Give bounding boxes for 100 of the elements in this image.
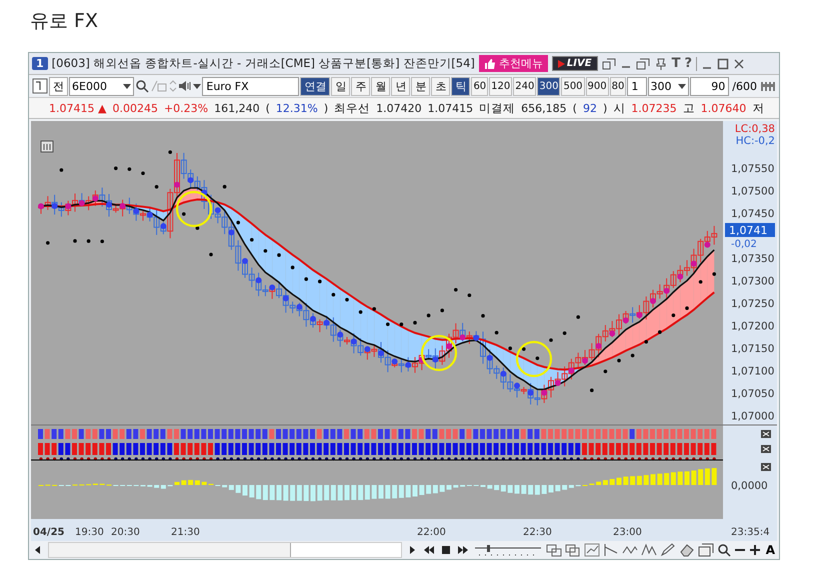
highlight-circle [516, 340, 552, 378]
period-tab[interactable]: 틱 [451, 76, 470, 96]
period-tab[interactable]: 주 [351, 76, 370, 96]
quote-value: 161,240 [214, 102, 260, 114]
close-panel-icon[interactable] [761, 463, 771, 471]
title-bar-glyph[interactable]: ? [684, 56, 692, 71]
font-size-button[interactable]: A [764, 543, 777, 557]
period-tab[interactable]: 분 [411, 76, 430, 96]
title-bar-glyph[interactable]: T [672, 56, 680, 71]
quote-value: ( [266, 102, 270, 114]
period-tab[interactable]: 연결 [300, 76, 330, 96]
interval-button[interactable]: 120 [489, 76, 512, 96]
period-tab[interactable]: 월 [371, 76, 390, 96]
period-tab[interactable]: 일 [331, 76, 350, 96]
price-axis-label: 1,07200 [731, 320, 774, 332]
time-axis-label: 21:30 [171, 527, 200, 538]
search-icon[interactable] [716, 543, 731, 557]
time-axis-label: 22:00 [417, 527, 446, 538]
last-price-tag: 1,0741 [725, 223, 775, 237]
fast-forward-icon[interactable] [456, 543, 470, 557]
period-tab[interactable]: 년 [391, 76, 410, 96]
quote-value: 12.31% [276, 102, 318, 114]
zoom-slider-icon[interactable] [472, 543, 543, 557]
price-axis-label: 1,07450 [731, 208, 774, 220]
page-title: 유로 FX [30, 9, 98, 34]
price-axis-label: 1,07150 [731, 343, 774, 355]
hc-label: HC:-0,2 [736, 135, 775, 147]
quote-value: 656,185 [521, 102, 567, 114]
price-axis-label: 1,07550 [731, 163, 774, 175]
caret-icon [678, 84, 686, 88]
quote-value: 시 [613, 100, 626, 116]
time-axis-label: 23:00 [613, 527, 642, 538]
time-axis-label: 23:35:4 [731, 527, 770, 538]
interval-button[interactable]: 300 [537, 76, 560, 96]
interval-button[interactable]: 500 [561, 76, 585, 96]
quote-value: 고 [682, 100, 695, 116]
maximize-icon[interactable] [717, 58, 729, 70]
oscillator-axis-label: 0,0000 [731, 480, 768, 492]
restore-icon[interactable] [636, 58, 650, 70]
tick-value-combo[interactable]: 300 [648, 76, 689, 96]
last-change: -0,02 [731, 239, 757, 250]
rewind-icon[interactable] [422, 543, 436, 557]
plus-icon[interactable] [748, 543, 761, 557]
quote-value: ( [572, 102, 577, 114]
time-axis-label: 20:30 [111, 527, 140, 538]
interval-button[interactable]: 80 [610, 76, 626, 96]
quote-value: 1.07640 [700, 102, 746, 114]
quote-value: 미결제 [479, 100, 516, 116]
quote-value: ) [602, 102, 608, 114]
play-icon [558, 60, 565, 68]
interval-button[interactable]: 240 [513, 76, 536, 96]
close-panel-icon[interactable] [761, 445, 771, 453]
window-stack-icon[interactable] [698, 543, 714, 557]
code-combo[interactable]: 6E000 [69, 76, 134, 96]
quote-value: +0.23% [164, 102, 208, 114]
caret-icon [123, 84, 132, 88]
recommend-menu-button[interactable]: 추천메뉴 [478, 55, 548, 72]
copy-icon[interactable] [564, 543, 581, 557]
search-icon[interactable] [135, 79, 150, 93]
time-axis-label: 22:30 [523, 527, 552, 538]
eraser-icon[interactable] [678, 543, 695, 557]
price-axis-label: 1,07300 [731, 276, 774, 288]
scroll-thumb[interactable] [290, 543, 401, 557]
close-panel-icon[interactable] [761, 430, 771, 438]
thumbs-up-icon [484, 58, 496, 70]
highlight-circle [420, 334, 458, 372]
panel-toggle-icon[interactable] [32, 78, 48, 94]
grid-settings-icon[interactable] [760, 79, 776, 93]
live-button[interactable]: LIVE [552, 56, 598, 71]
price-axis-label: 1,07500 [731, 186, 774, 198]
period-tab[interactable]: 초 [431, 76, 450, 96]
quote-value: ) [324, 102, 328, 114]
trend-line-icon[interactable] [602, 543, 619, 557]
pencil-icon[interactable] [660, 543, 676, 557]
chart-settings-icon[interactable] [40, 140, 54, 152]
quote-value: 0.00245 [112, 102, 158, 114]
quote-value: 최우선 [334, 100, 370, 116]
zigzag-icon[interactable] [640, 543, 657, 557]
prefix-button[interactable]: 전 [49, 76, 68, 96]
quote-value: 저 [752, 100, 764, 116]
view-total: /600 [731, 80, 758, 92]
price-axis-label: 1,07350 [731, 253, 774, 265]
count-field[interactable]: 1 [627, 76, 646, 96]
window-number-badge: 1 [32, 57, 48, 70]
close-icon[interactable] [733, 58, 745, 70]
interval-button[interactable]: 60 [471, 76, 488, 96]
product-name-field[interactable]: Euro FX [202, 76, 300, 96]
view-count-field[interactable]: 90 [690, 76, 730, 96]
speaker-icon[interactable] [178, 79, 192, 93]
windows-icon[interactable] [602, 58, 616, 70]
time-axis-label: 04/25 [33, 527, 64, 538]
quote-value: 1.07415 [428, 102, 474, 114]
lc-label: LC:0,38 [734, 123, 775, 135]
pin-icon[interactable] [654, 58, 668, 70]
price-axis-label: 1,07250 [731, 298, 774, 310]
quote-value: 92 [582, 102, 597, 114]
price-axis-label: 1,07100 [731, 366, 774, 378]
overlay-icon[interactable] [546, 543, 562, 557]
interval-button[interactable]: 900 [586, 76, 609, 96]
line-chart-icon[interactable] [584, 543, 600, 557]
